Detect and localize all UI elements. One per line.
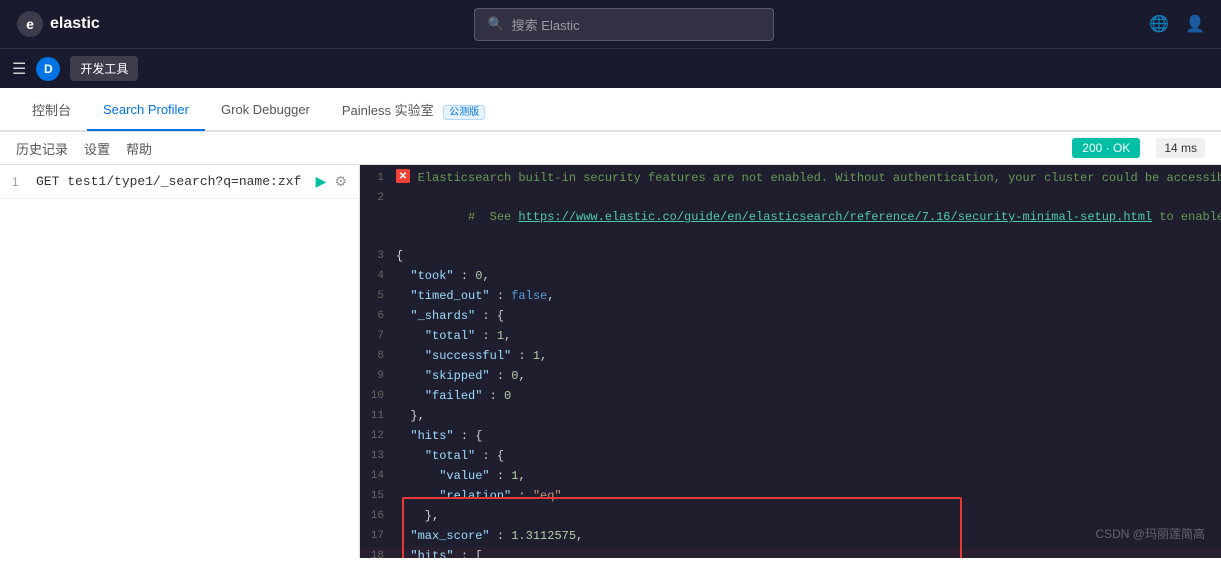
line-num-4: 4	[368, 267, 396, 286]
code-line-6: 6 "_shards" : {	[360, 307, 1221, 327]
line-num-14: 14	[368, 467, 396, 486]
line-content-11: },	[396, 407, 1213, 426]
search-placeholder: 搜索 Elastic	[512, 15, 580, 34]
line-content-9: "skipped" : 0,	[396, 367, 1213, 386]
tab-console[interactable]: 控制台	[16, 88, 87, 133]
settings-button[interactable]: 设置	[84, 139, 110, 158]
line-num-6: 6	[368, 307, 396, 326]
line-num-5: 5	[368, 287, 396, 306]
line-num-15: 15	[368, 487, 396, 506]
tab-grok-debugger[interactable]: Grok Debugger	[205, 90, 326, 131]
line-num-13: 13	[368, 447, 396, 466]
line-content-3: {	[396, 247, 1213, 266]
line-content-1: #! Elasticsearch built-in security featu…	[396, 169, 1221, 188]
elastic-logo: e elastic	[16, 10, 100, 38]
line-content-16: },	[396, 507, 1213, 526]
code-line-10: 10 "failed" : 0	[360, 387, 1221, 407]
line-num-7: 7	[368, 327, 396, 346]
sub-toolbar: 历史记录 设置 帮助 200 · OK 14 ms	[0, 132, 1221, 165]
help-button[interactable]: 帮助	[126, 139, 152, 158]
line-num-3: 3	[368, 247, 396, 266]
line-num-9: 9	[368, 367, 396, 386]
code-line-11: 11 },	[360, 407, 1221, 427]
code-line-18: 18 "hits" : [	[360, 547, 1221, 558]
code-line-15: 15 "relation" : "eq"	[360, 487, 1221, 507]
globe-icon[interactable]: 🌐	[1149, 14, 1169, 34]
line-content-6: "_shards" : {	[396, 307, 1213, 326]
svg-text:e: e	[26, 16, 34, 32]
tab-painless[interactable]: Painless 实验室 公测版	[326, 88, 501, 133]
query-row: 1 GET test1/type1/_search?q=name:zxf ▶ ⚙	[0, 165, 359, 199]
code-line-16: 16 },	[360, 507, 1221, 527]
play-icon[interactable]: ▶	[316, 173, 327, 190]
status-badge: 200 · OK	[1072, 138, 1140, 158]
line-content-17: "max_score" : 1.3112575,	[396, 527, 1213, 546]
line-num-8: 8	[368, 347, 396, 366]
line-num-11: 11	[368, 407, 396, 426]
line-content-4: "took" : 0,	[396, 267, 1213, 286]
code-line-8: 8 "successful" : 1,	[360, 347, 1221, 367]
code-line-13: 13 "total" : {	[360, 447, 1221, 467]
error-icon: ✕	[396, 169, 410, 183]
code-area: 1 #! Elasticsearch built-in security fea…	[360, 165, 1221, 558]
line-content-7: "total" : 1,	[396, 327, 1213, 346]
beta-badge: 公测版	[443, 105, 485, 120]
code-line-12: 12 "hits" : {	[360, 427, 1221, 447]
code-line-3: 3 {	[360, 247, 1221, 267]
url-link[interactable]: https://www.elastic.co/guide/en/elastics…	[518, 210, 1152, 224]
line-num-10: 10	[368, 387, 396, 406]
right-panel: ✕ 1 #! Elasticsearch built-in security f…	[360, 165, 1221, 558]
user-icon[interactable]: 👤	[1185, 14, 1205, 34]
line-num-1: 1	[368, 169, 396, 188]
code-line-17: 17 "max_score" : 1.3112575,	[360, 527, 1221, 547]
row-number: 1	[12, 175, 28, 189]
line-num-18: 18	[368, 547, 396, 558]
code-line-1: 1 #! Elasticsearch built-in security fea…	[360, 169, 1221, 189]
line-content-5: "timed_out" : false,	[396, 287, 1213, 306]
dev-badge: D	[36, 57, 60, 81]
left-panel: 1 GET test1/type1/_search?q=name:zxf ▶ ⚙	[0, 165, 360, 558]
logo-area: e elastic	[16, 10, 100, 38]
line-num-12: 12	[368, 427, 396, 446]
query-text[interactable]: GET test1/type1/_search?q=name:zxf	[36, 174, 308, 189]
dev-tools-button[interactable]: 开发工具	[70, 56, 138, 81]
line-content-8: "successful" : 1,	[396, 347, 1213, 366]
line-content-18: "hits" : [	[396, 547, 1213, 558]
code-line-2: 2 # See https://www.elastic.co/guide/en/…	[360, 189, 1221, 247]
line-num-2: 2	[368, 189, 396, 208]
header-right: 🌐 👤	[1149, 14, 1205, 34]
code-line-14: 14 "value" : 1,	[360, 467, 1221, 487]
line-content-2: # See https://www.elastic.co/guide/en/el…	[396, 189, 1221, 247]
code-line-9: 9 "skipped" : 0,	[360, 367, 1221, 387]
code-line-4: 4 "took" : 0,	[360, 267, 1221, 287]
line-content-12: "hits" : {	[396, 427, 1213, 446]
tab-painless-label: Painless 实验室	[342, 103, 434, 118]
history-button[interactable]: 历史记录	[16, 139, 68, 158]
query-settings-icon[interactable]: ⚙	[334, 173, 347, 190]
line-num-16: 16	[368, 507, 396, 526]
tab-bar: 控制台 Search Profiler Grok Debugger Painle…	[0, 88, 1221, 132]
line-content-14: "value" : 1,	[396, 467, 1213, 486]
line-content-13: "total" : {	[396, 447, 1213, 466]
time-badge: 14 ms	[1156, 138, 1205, 158]
elastic-text: elastic	[50, 15, 100, 33]
line-num-17: 17	[368, 527, 396, 546]
hamburger-icon[interactable]: ☰	[12, 59, 26, 79]
code-line-7: 7 "total" : 1,	[360, 327, 1221, 347]
elastic-icon: e	[16, 10, 44, 38]
top-header: e elastic 🔍 搜索 Elastic 🌐 👤	[0, 0, 1221, 48]
line-content-15: "relation" : "eq"	[396, 487, 1213, 506]
search-bar-container: 🔍 搜索 Elastic	[474, 8, 774, 41]
main-area: 1 GET test1/type1/_search?q=name:zxf ▶ ⚙…	[0, 165, 1221, 558]
tab-search-profiler[interactable]: Search Profiler	[87, 90, 205, 131]
code-line-5: 5 "timed_out" : false,	[360, 287, 1221, 307]
line-content-10: "failed" : 0	[396, 387, 1213, 406]
watermark: CSDN @玛丽莲简高	[1095, 525, 1205, 542]
second-bar: ☰ D 开发工具	[0, 48, 1221, 88]
